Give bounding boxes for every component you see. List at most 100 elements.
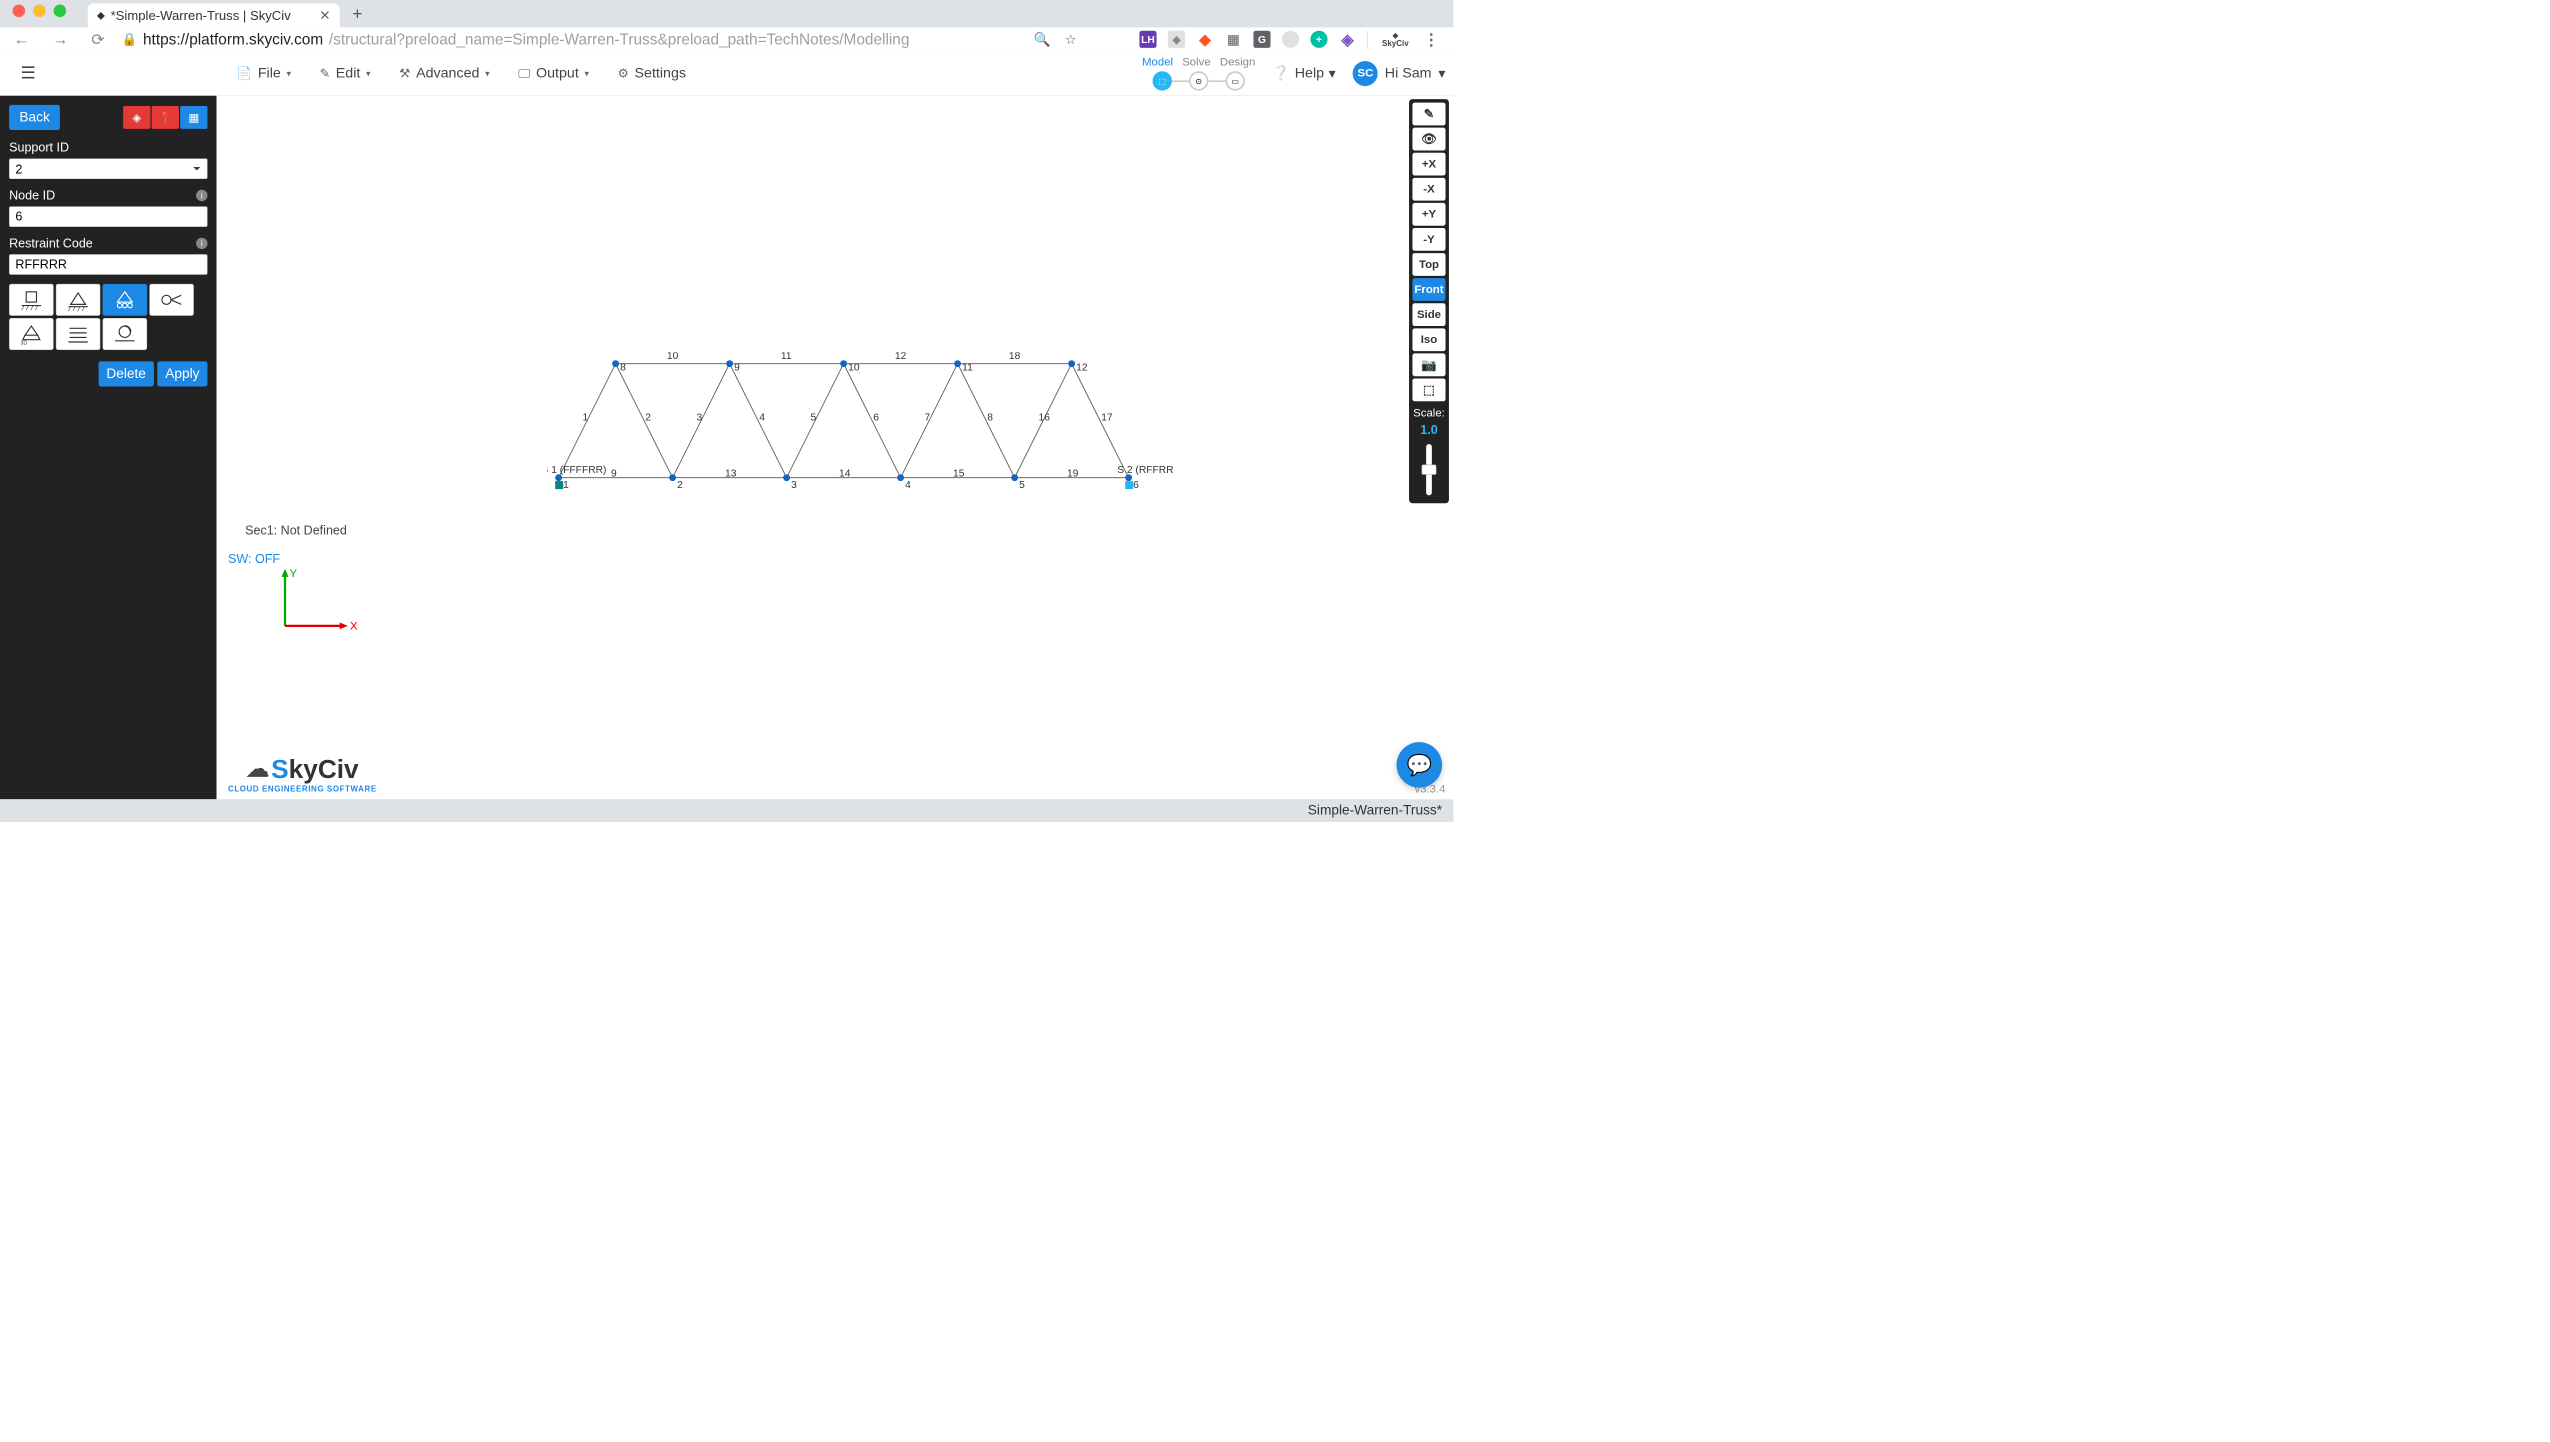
star-icon[interactable]: ☆ bbox=[1062, 31, 1079, 48]
status-filename: Simple-Warren-Truss* bbox=[1308, 803, 1442, 819]
browser-tab[interactable]: ⬥ *Simple-Warren-Truss | SkyCiv ✕ bbox=[88, 3, 340, 27]
workflow-model-step[interactable]: ⬚ bbox=[1153, 71, 1172, 90]
self-weight-label: SW: OFF bbox=[228, 552, 280, 567]
workflow-design-label[interactable]: Design bbox=[1220, 56, 1255, 69]
close-tab-button[interactable]: ✕ bbox=[319, 7, 330, 24]
edit-menu[interactable]: ✎Edit▾ bbox=[320, 65, 371, 82]
extension-drive-icon[interactable]: ◆ bbox=[1168, 31, 1185, 48]
user-menu[interactable]: SC Hi Sam ▾ bbox=[1353, 61, 1446, 86]
pencil-icon: ✎ bbox=[320, 66, 331, 81]
help-menu[interactable]: ❔Help▾ bbox=[1272, 65, 1335, 82]
svg-text:2: 2 bbox=[645, 413, 651, 424]
chevron-down-icon: ▾ bbox=[366, 68, 371, 79]
tab-title: *Simple-Warren-Truss | SkyCiv bbox=[111, 8, 291, 23]
back-button[interactable]: ← bbox=[8, 30, 35, 48]
workflow-design-step[interactable]: ▭ bbox=[1225, 71, 1244, 90]
support-type-hinge-button[interactable] bbox=[149, 284, 193, 316]
extension-teal-circle-icon[interactable]: + bbox=[1310, 31, 1327, 48]
panel-view-diamond-button[interactable]: ◈ bbox=[123, 106, 150, 129]
back-button[interactable]: Back bbox=[9, 105, 60, 130]
view-front-button[interactable]: Front bbox=[1412, 278, 1445, 301]
chevron-down-icon: ▾ bbox=[585, 68, 590, 79]
svg-text:16: 16 bbox=[1039, 413, 1051, 424]
svg-text:8: 8 bbox=[620, 363, 626, 374]
support-type-roller-button[interactable] bbox=[103, 284, 147, 316]
url-path: /structural?preload_name=Simple-Warren-T… bbox=[329, 30, 910, 48]
delete-button[interactable]: Delete bbox=[98, 361, 154, 386]
svg-text:8: 8 bbox=[987, 413, 993, 424]
support-type-3d-pin-button[interactable]: 3D bbox=[9, 318, 53, 350]
restraint-code-input[interactable] bbox=[9, 254, 207, 275]
tools-icon: ⚒ bbox=[399, 66, 410, 81]
hamburger-menu-button[interactable]: ☰ bbox=[8, 63, 48, 83]
slider-thumb[interactable] bbox=[1422, 465, 1437, 475]
browser-chrome: ⬥ *Simple-Warren-Truss | SkyCiv ✕ + ← → … bbox=[0, 0, 1454, 51]
chat-button[interactable]: 💬 bbox=[1397, 742, 1443, 788]
svg-text:3D: 3D bbox=[21, 340, 28, 345]
address-bar[interactable]: 🔒 https://platform.skyciv.com/structural… bbox=[122, 30, 1023, 48]
extension-skyciv-icon[interactable]: ⬥SkyCiv bbox=[1379, 31, 1411, 48]
canvas-viewport[interactable]: 123 456 8910 1112 1234 5678 1617 1011121… bbox=[217, 96, 1454, 799]
view-plus-x-button[interactable]: +X bbox=[1412, 153, 1445, 176]
support-type-fixed-button[interactable] bbox=[9, 284, 53, 316]
svg-text:2: 2 bbox=[677, 480, 683, 491]
advanced-menu[interactable]: ⚒Advanced▾ bbox=[399, 65, 490, 82]
reload-button[interactable]: ⟳ bbox=[86, 30, 111, 49]
view-plus-y-button[interactable]: +Y bbox=[1412, 203, 1445, 226]
support-id-label: Support ID bbox=[9, 140, 207, 155]
scale-slider[interactable] bbox=[1426, 444, 1432, 495]
info-icon[interactable]: i bbox=[196, 190, 207, 201]
extension-calendar-icon[interactable]: ▦ bbox=[1225, 31, 1242, 48]
search-icon[interactable]: 🔍 bbox=[1034, 31, 1051, 48]
gear-icon: ⚙ bbox=[618, 66, 629, 81]
view-minus-y-button[interactable]: -Y bbox=[1412, 228, 1445, 251]
minimize-window-button[interactable] bbox=[33, 5, 46, 18]
svg-text:5: 5 bbox=[1019, 480, 1025, 491]
extension-lh-icon[interactable]: LH bbox=[1139, 31, 1156, 48]
output-menu[interactable]: 🖵Output▾ bbox=[518, 65, 589, 82]
chevron-down-icon: ▾ bbox=[286, 68, 291, 79]
view-top-button[interactable]: Top bbox=[1412, 253, 1445, 276]
view-minus-x-button[interactable]: -X bbox=[1412, 178, 1445, 201]
scale-label: Scale: bbox=[1412, 407, 1445, 420]
svg-text:15: 15 bbox=[953, 469, 965, 480]
svg-text:17: 17 bbox=[1101, 413, 1113, 424]
maximize-window-button[interactable] bbox=[54, 5, 67, 18]
apply-button[interactable]: Apply bbox=[157, 361, 207, 386]
close-window-button[interactable] bbox=[13, 5, 26, 18]
workflow-solve-label[interactable]: Solve bbox=[1182, 56, 1211, 69]
support-type-spring-button[interactable] bbox=[56, 318, 100, 350]
support-id-select[interactable]: 2 bbox=[9, 158, 207, 179]
eye-tool-button[interactable]: 👁 bbox=[1412, 128, 1445, 151]
workflow-solve-step[interactable]: ⊙ bbox=[1189, 71, 1208, 90]
view-iso-button[interactable]: Iso bbox=[1412, 328, 1445, 351]
file-menu[interactable]: 📄File▾ bbox=[236, 65, 291, 82]
chevron-down-icon: ▾ bbox=[485, 68, 490, 79]
support-type-rotational-button[interactable] bbox=[103, 318, 147, 350]
workflow-model-label[interactable]: Model bbox=[1142, 56, 1173, 69]
monitor-icon: 🖵 bbox=[518, 66, 530, 81]
extension-hex-icon[interactable]: ◈ bbox=[1339, 31, 1356, 48]
chevron-down-icon: ▾ bbox=[1329, 65, 1336, 82]
camera-button[interactable]: 📷 bbox=[1412, 353, 1445, 376]
support-type-pinned-button[interactable] bbox=[56, 284, 100, 316]
user-greeting: Hi Sam bbox=[1385, 65, 1432, 82]
cube-button[interactable]: ⬚ bbox=[1412, 378, 1445, 401]
extension-orange-icon[interactable]: ◆ bbox=[1196, 31, 1213, 48]
info-icon[interactable]: i bbox=[196, 238, 207, 249]
status-bar: Simple-Warren-Truss* bbox=[0, 799, 1454, 822]
pencil-tool-button[interactable]: ✎ bbox=[1412, 103, 1445, 126]
node-id-input[interactable] bbox=[9, 206, 207, 227]
panel-view-table-button[interactable]: ▦ bbox=[180, 106, 207, 129]
extension-grey-circle-icon[interactable] bbox=[1282, 31, 1299, 48]
extension-g-icon[interactable]: G bbox=[1253, 31, 1270, 48]
settings-menu[interactable]: ⚙Settings bbox=[618, 65, 686, 82]
svg-text:12: 12 bbox=[895, 352, 907, 362]
new-tab-button[interactable]: + bbox=[340, 5, 375, 28]
browser-menu-button[interactable]: ⋮ bbox=[1423, 31, 1440, 48]
forward-button[interactable]: → bbox=[47, 30, 74, 48]
scale-value: 1.0 bbox=[1412, 422, 1445, 437]
view-side-button[interactable]: Side bbox=[1412, 303, 1445, 326]
svg-text:X: X bbox=[350, 620, 358, 632]
panel-view-pin-button[interactable]: 📍 bbox=[152, 106, 179, 129]
